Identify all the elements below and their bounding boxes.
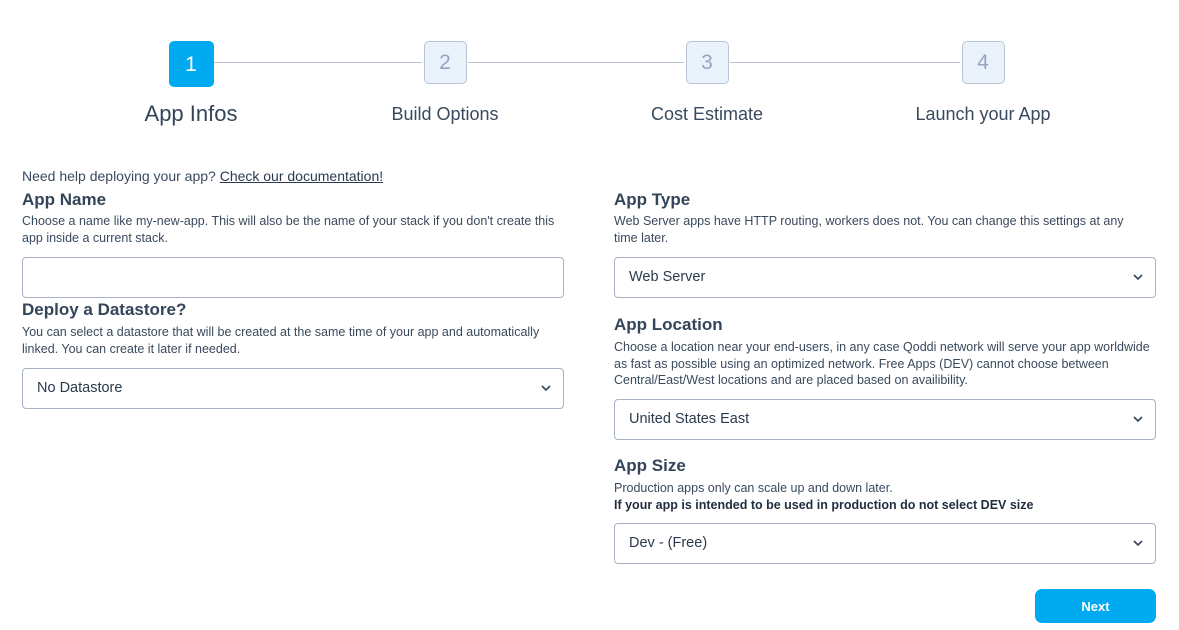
help-text: Need help deploying your app? Check our … <box>22 168 383 184</box>
chevron-down-icon <box>541 385 551 392</box>
app-name-title: App Name <box>22 190 107 209</box>
step-cost-estimate[interactable]: 3 Cost Estimate <box>597 41 817 125</box>
app-type-select[interactable]: Web Server <box>614 257 1156 298</box>
step-number: 1 <box>168 41 214 87</box>
app-location-description: Choose a location near your end-users, i… <box>614 340 1150 387</box>
chevron-down-icon <box>1133 416 1143 423</box>
datastore-select[interactable]: No Datastore <box>22 368 564 409</box>
deploy-app-wizard: 1 App Infos 2 Build Options 3 Cost Estim… <box>0 0 1179 630</box>
step-label: App Infos <box>144 101 238 126</box>
app-location-title: App Location <box>614 315 723 334</box>
step-label: Build Options <box>391 104 499 124</box>
datastore-selected-value: No Datastore <box>37 380 123 396</box>
step-number: 4 <box>961 41 1005 84</box>
app-type-description: Web Server apps have HTTP routing, worke… <box>614 214 1124 245</box>
step-number: 2 <box>423 41 467 84</box>
app-location-select[interactable]: United States East <box>614 399 1156 440</box>
chevron-down-icon <box>1133 274 1143 281</box>
step-launch-your-app[interactable]: 4 Launch your App <box>873 41 1093 125</box>
step-build-options[interactable]: 2 Build Options <box>335 41 555 125</box>
help-message: Need help deploying your app? <box>22 168 216 184</box>
step-label: Launch your App <box>915 104 1051 124</box>
datastore-title: Deploy a Datastore? <box>22 300 187 319</box>
next-button[interactable]: Next <box>1035 589 1156 623</box>
app-size-warning: If your app is intended to be used in pr… <box>614 497 1034 512</box>
step-label: Cost Estimate <box>650 104 764 124</box>
app-size-title: App Size <box>614 456 686 475</box>
app-type-title: App Type <box>614 190 691 209</box>
app-size-selected-value: Dev - (Free) <box>629 535 708 551</box>
step-app-infos[interactable]: 1 App Infos <box>81 41 301 127</box>
datastore-description: You can select a datastore that will be … <box>22 325 540 356</box>
app-size-description: Production apps only can scale up and do… <box>614 480 1154 513</box>
app-location-selected-value: United States East <box>629 411 750 427</box>
chevron-down-icon <box>1133 540 1143 547</box>
app-name-input[interactable] <box>22 257 564 298</box>
app-size-help: Production apps only can scale up and do… <box>614 481 893 495</box>
app-size-select[interactable]: Dev - (Free) <box>614 523 1156 564</box>
step-number: 3 <box>685 41 729 84</box>
documentation-link[interactable]: Check our documentation! <box>220 168 383 184</box>
app-type-selected-value: Web Server <box>629 269 706 285</box>
app-name-description: Choose a name like my-new-app. This will… <box>22 214 555 245</box>
